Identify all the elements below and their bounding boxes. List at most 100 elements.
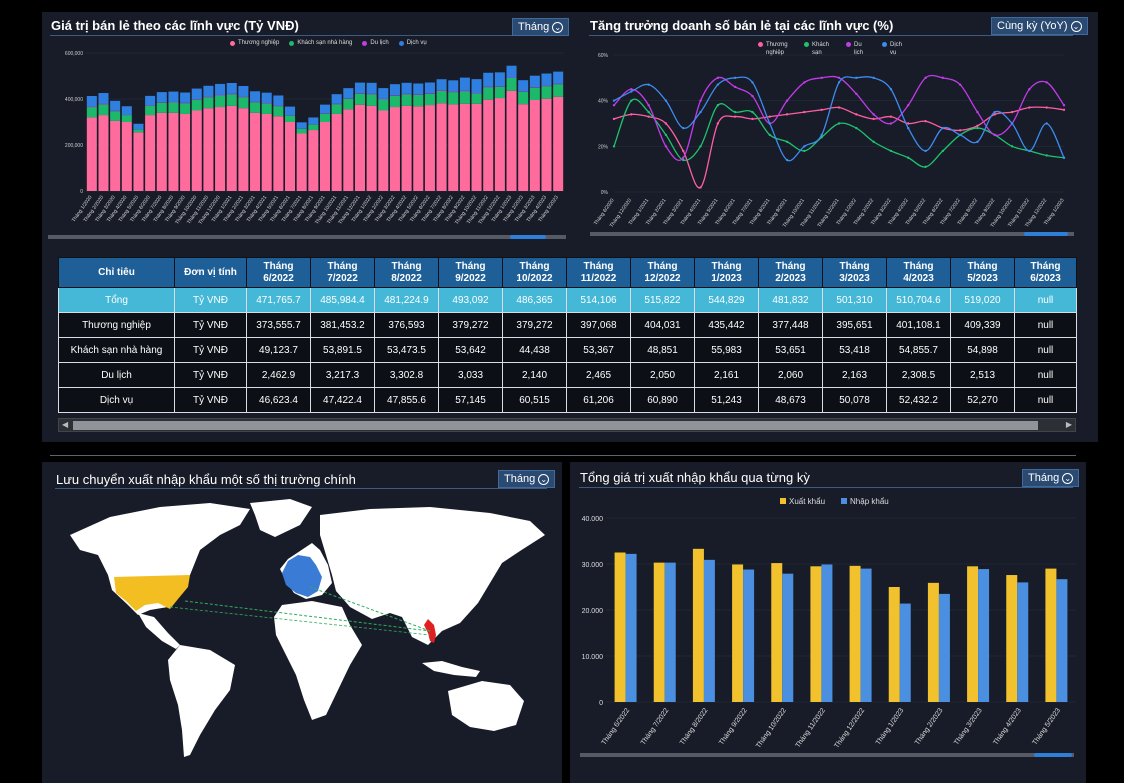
bar-segment — [191, 99, 202, 111]
table-horizontal-scrollbar[interactable]: ◀ ▶ — [58, 418, 1076, 432]
col-header: Đơn vị tính — [174, 257, 247, 288]
table-cell: 377,448 — [758, 312, 823, 338]
x-tick-label: Tháng 11/2022 — [795, 707, 828, 749]
data-point — [924, 149, 927, 153]
scroll-right-icon[interactable]: ▶ — [1066, 420, 1072, 429]
bar-segment — [483, 99, 494, 191]
data-point — [733, 115, 737, 118]
table-cell: 3,033 — [438, 362, 503, 388]
bar-segment — [424, 105, 435, 191]
bar-segment — [506, 65, 517, 78]
table-cell: 53,367 — [566, 337, 631, 363]
table-cell: Khách sạn nhà hàng — [58, 337, 175, 363]
y-tick-label: 40% — [598, 99, 609, 105]
retail-period-dropdown[interactable]: Tháng ⌄ — [512, 18, 570, 36]
bar-segment — [366, 93, 377, 95]
bar-segment — [378, 110, 389, 191]
bar-segment — [296, 133, 307, 191]
bar-segment — [261, 92, 272, 104]
table-header-row: Chỉ tiêu Đơn vị tính Tháng 6/2022 Tháng … — [58, 257, 1077, 288]
bar-segment — [180, 113, 191, 191]
data-point — [889, 115, 893, 118]
retail-data-table: Chỉ tiêu Đơn vị tính Tháng 6/2022 Tháng … — [58, 257, 1077, 413]
table-cell: 44,438 — [502, 337, 567, 363]
data-point — [785, 140, 789, 143]
bar-segment — [191, 110, 202, 191]
bar-segment — [98, 104, 109, 116]
data-point — [612, 117, 616, 121]
scroll-thumb[interactable] — [1024, 232, 1068, 236]
trade-flow-period-dropdown[interactable]: Tháng ⌄ — [498, 470, 556, 488]
data-point — [889, 88, 893, 91]
retail-chart-scrollbar[interactable] — [48, 235, 566, 239]
bar-segment — [191, 99, 202, 100]
scroll-thumb[interactable] — [510, 235, 546, 239]
bar-segment — [86, 107, 97, 118]
col-header: Tháng 6/2023 — [1014, 257, 1077, 288]
growth-period-dropdown[interactable]: Cùng kỳ (YoY) ⌄ — [991, 17, 1088, 35]
table-cell: 401,108.1 — [886, 312, 951, 338]
y-tick-label: 200,000 — [65, 143, 83, 149]
trade-total-period-label: Tháng — [1028, 472, 1060, 484]
data-point — [941, 126, 945, 130]
data-point — [768, 122, 771, 125]
y-tick-label: 20.000 — [582, 608, 604, 615]
bar-segment — [215, 107, 226, 191]
table-cell: 53,642 — [438, 337, 503, 363]
table-cell: 53,891.5 — [310, 337, 375, 363]
data-point — [699, 186, 702, 189]
growth-chart-scrollbar[interactable] — [590, 232, 1074, 236]
bar — [771, 563, 783, 702]
bar-segment — [226, 105, 237, 191]
col-header: Tháng 11/2022 — [566, 257, 631, 288]
bar-segment — [168, 102, 179, 113]
data-point — [699, 110, 702, 114]
scroll-thumb[interactable] — [73, 421, 1038, 430]
y-tick-label: 20% — [598, 144, 609, 150]
trade-chart-scrollbar[interactable] — [580, 753, 1074, 757]
bar-segment — [354, 93, 365, 105]
table-cell: 481,832 — [758, 287, 823, 313]
bar-segment — [168, 112, 179, 191]
bar-segment — [250, 91, 261, 102]
trade-total-period-dropdown[interactable]: Tháng ⌄ — [1022, 469, 1080, 487]
table-cell: 52,432.2 — [886, 387, 951, 413]
data-point — [664, 133, 668, 137]
bar-segment — [180, 103, 191, 114]
bar-segment — [483, 87, 494, 100]
bar-segment — [459, 91, 470, 104]
bar-segment — [471, 93, 482, 104]
data-point — [889, 122, 893, 125]
bar-segment — [215, 83, 226, 95]
data-point — [733, 85, 737, 89]
data-point — [733, 76, 737, 80]
x-tick-label: Tháng 6/2022 — [601, 707, 632, 746]
bar-segment — [483, 86, 494, 88]
bar-segment — [389, 95, 400, 108]
table-cell: 60,515 — [502, 387, 567, 413]
bar-segment — [378, 98, 389, 100]
data-point — [664, 145, 668, 148]
retail-value-underline — [50, 35, 562, 36]
table-cell: 3,302.8 — [374, 362, 439, 388]
bar-segment — [389, 107, 400, 191]
data-point — [907, 126, 910, 130]
table-cell: 55,983 — [694, 337, 759, 363]
data-point — [1045, 154, 1048, 157]
bar — [927, 582, 939, 702]
bar — [664, 562, 676, 702]
data-point — [716, 76, 720, 80]
bar-segment — [494, 72, 505, 87]
scroll-thumb[interactable] — [1034, 753, 1072, 757]
table-cell: 2,308.5 — [886, 362, 951, 388]
table-cell: 61,206 — [566, 387, 631, 413]
bar-segment — [354, 104, 365, 191]
table-row: Dịch vụ Tỷ VNĐ 46,623.4 47,422.4 47,855.6 57,… — [58, 387, 1077, 413]
bar-segment — [285, 106, 296, 116]
bar-segment — [98, 115, 109, 191]
bar-segment — [285, 115, 296, 122]
table-cell: 485,984.4 — [310, 287, 375, 313]
bar-segment — [86, 117, 97, 191]
bar — [978, 569, 990, 702]
scroll-left-icon[interactable]: ◀ — [62, 420, 68, 429]
